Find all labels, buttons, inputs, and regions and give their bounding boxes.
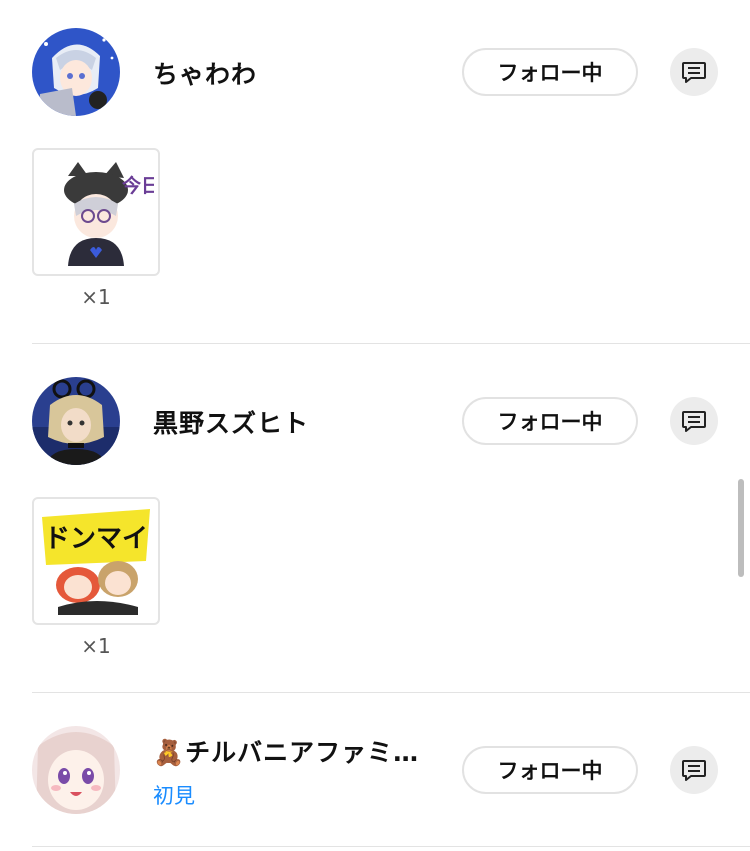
sticker-text: 今日、ひま? bbox=[121, 174, 154, 197]
message-icon bbox=[682, 411, 706, 432]
sticker-image: 今日、ひま? bbox=[64, 162, 154, 266]
username[interactable]: 🧸チルバニアファミ… bbox=[153, 733, 429, 769]
sticker-text: ドンマイ bbox=[44, 524, 148, 554]
avatar[interactable] bbox=[32, 28, 120, 116]
gift-count: ×1 bbox=[81, 285, 111, 309]
divider bbox=[32, 692, 750, 693]
user-row: 黒野スズヒト フォロー中 bbox=[0, 371, 750, 471]
divider bbox=[32, 846, 750, 847]
message-button[interactable] bbox=[670, 397, 718, 445]
following-button[interactable]: フォロー中 bbox=[462, 746, 638, 794]
divider bbox=[32, 343, 750, 344]
user-row: ちゃわわ フォロー中 bbox=[0, 22, 750, 122]
user-row: 🧸チルバニアファミ… 初見 フォロー中 bbox=[0, 720, 750, 820]
username[interactable]: 黒野スズヒト bbox=[153, 404, 309, 440]
avatar-image bbox=[32, 28, 120, 116]
following-button[interactable]: フォロー中 bbox=[462, 48, 638, 96]
message-icon bbox=[682, 62, 706, 83]
message-icon bbox=[682, 760, 706, 781]
avatar-image bbox=[32, 377, 120, 465]
gift-sticker[interactable]: ドンマイ bbox=[32, 497, 160, 625]
gift-sticker[interactable]: 今日、ひま? bbox=[32, 148, 160, 276]
message-button[interactable] bbox=[670, 48, 718, 96]
scrollbar[interactable] bbox=[738, 479, 744, 577]
avatar[interactable] bbox=[32, 377, 120, 465]
user-subtitle: 初見 bbox=[153, 784, 195, 808]
avatar-image bbox=[32, 726, 120, 814]
gift-count: ×1 bbox=[81, 634, 111, 658]
avatar[interactable] bbox=[32, 726, 120, 814]
sticker-image: ドンマイ bbox=[42, 509, 150, 615]
follower-gift-list: ちゃわわ フォロー中 今日、ひま? ×1 bbox=[0, 0, 750, 851]
username[interactable]: ちゃわわ bbox=[153, 55, 257, 91]
message-button[interactable] bbox=[670, 746, 718, 794]
following-button[interactable]: フォロー中 bbox=[462, 397, 638, 445]
